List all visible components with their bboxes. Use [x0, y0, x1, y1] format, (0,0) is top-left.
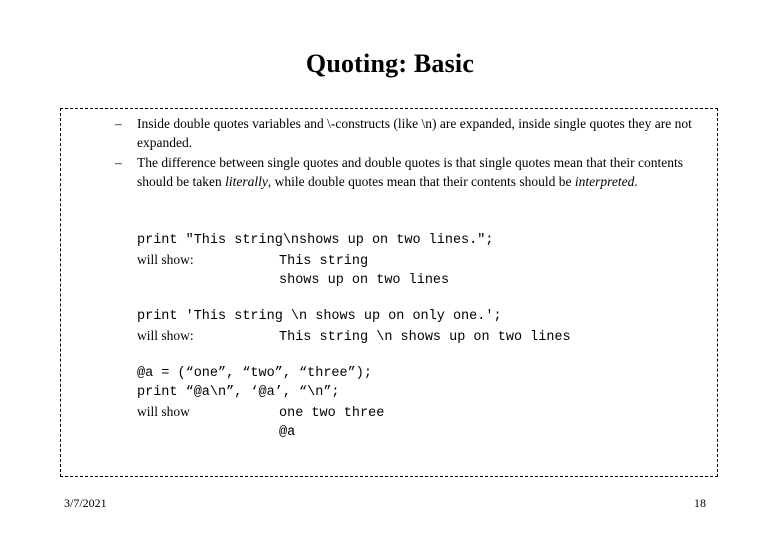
- code-block-3: @a = (“one”, “two”, “three”); print “@a\…: [137, 364, 712, 442]
- bullet-marker-icon: –: [115, 116, 122, 131]
- bullet-text-2: The difference between single quotes and…: [137, 155, 683, 189]
- code-output: one two three: [279, 406, 385, 421]
- code-output-row: will show: This string: [137, 250, 712, 271]
- content-frame: – Inside double quotes variables and \-c…: [60, 108, 718, 477]
- code-line: print 'This string \n shows up on only o…: [137, 309, 502, 324]
- list-item: – Inside double quotes variables and \-c…: [115, 114, 705, 152]
- code-line: @a = (“one”, “two”, “three”);: [137, 366, 372, 381]
- bullet-text-1: Inside double quotes variables and \-con…: [137, 116, 692, 150]
- code-output-row: will show: This string \n shows up on tw…: [137, 326, 712, 347]
- list-item: – The difference between single quotes a…: [115, 153, 705, 191]
- code-block-2: print 'This string \n shows up on only o…: [137, 307, 712, 347]
- will-show-label: will show:: [137, 328, 194, 343]
- bullet-marker-icon: –: [115, 155, 122, 170]
- footer-page-number: 18: [694, 496, 706, 510]
- code-output-continuation: @a: [279, 425, 296, 440]
- footer-date: 3/7/2021: [64, 496, 107, 510]
- code-output-row: will show one two three: [137, 402, 712, 423]
- code-line: print "This string\nshows up on two line…: [137, 233, 494, 248]
- will-show-label: will show: [137, 404, 190, 419]
- code-output-continuation: shows up on two lines: [279, 273, 450, 288]
- code-output: This string \n shows up on two lines: [279, 330, 571, 345]
- code-area: print "This string\nshows up on two line…: [137, 231, 712, 442]
- code-block-1: print "This string\nshows up on two line…: [137, 231, 712, 290]
- code-output: This string: [279, 254, 369, 269]
- code-line: print “@a\n”, ‘@a’, “\n”;: [137, 385, 340, 400]
- will-show-label: will show:: [137, 252, 194, 267]
- bullet-list: – Inside double quotes variables and \-c…: [115, 114, 705, 192]
- page-title: Quoting: Basic: [305, 49, 475, 78]
